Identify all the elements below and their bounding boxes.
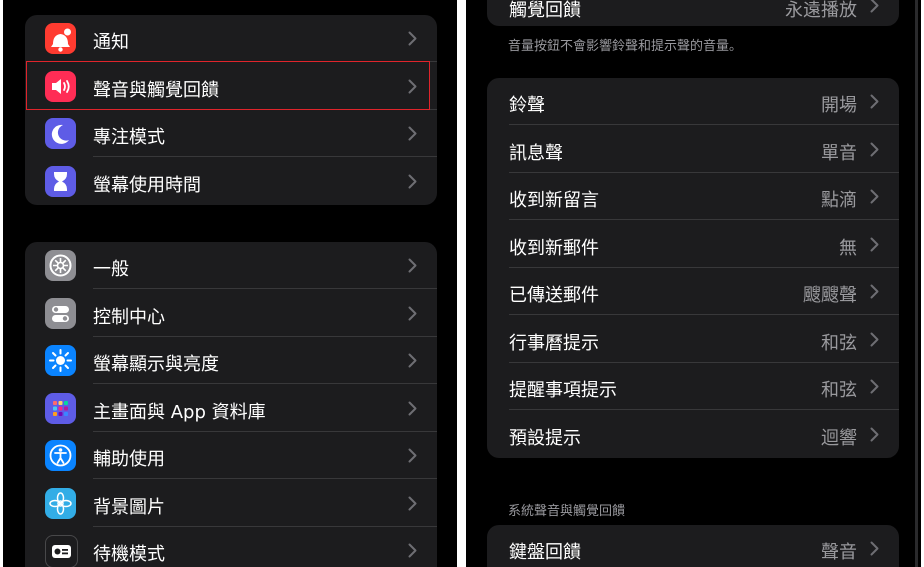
chevron-right-icon [870,541,879,556]
row-label: 螢幕使用時間 [93,174,201,196]
row-label: 鈴聲 [509,95,545,116]
row-label: 控制中心 [93,306,165,328]
row-value: 永遠播放 [785,0,857,21]
sound-row[interactable]: 行事曆提示 和弦 [487,316,899,363]
settings-row[interactable]: 背景圖片 [25,480,437,527]
bell-badge-icon [45,23,76,54]
row-label: 提醒事項提示 [509,380,617,401]
chevron-right-icon [408,306,417,320]
settings-group-1: 通知 聲音與觸覺回饋 專注模式 螢幕使用時間 [25,15,437,205]
sound-row[interactable]: 鈴聲 開場 [487,78,899,125]
row-label: 訊息聲 [509,142,563,164]
app-grid-icon [45,392,76,424]
row-label: 通知 [93,32,129,53]
sounds-group: 鈴聲 開場 訊息聲 單音 收到新留言 點滴 收到新郵件無已傳送郵件 颼颼聲 行事曆提示 和弦 提醒事… [487,78,899,458]
row-label: 鍵盤回饋 [509,542,581,563]
row-label: 主畫面與 App 資料庫 [93,401,266,423]
moon-icon [45,118,76,149]
chevron-right-icon [870,379,879,394]
chevron-right-icon [408,448,417,463]
sound-row[interactable]: 提醒事項提示 和弦 [487,363,899,410]
row-haptics[interactable]: 觸覺回饋 永遠播放 [487,0,899,26]
settings-row[interactable]: 待機模式 [25,527,437,567]
row-value: 迴響 [821,427,857,449]
sound-row[interactable]: 收到新留言 點滴 [487,173,899,220]
settings-main-pane: 通知 聲音與觸覺回饋 專注模式 螢幕使用時間 一般 控制中心 螢幕顯示與亮度 主畫面與 Ap… [3,0,457,567]
volume-note: 音量按鈕不會影響鈴聲和提示聲的音量。 [508,39,743,54]
chevron-right-icon [408,31,417,46]
settings-row[interactable]: 輔助使用 [25,432,437,479]
row-label: 螢幕顯示與亮度 [93,354,219,375]
row-value: 和弦 [821,332,857,354]
settings-row[interactable]: 控制中心 [25,290,437,337]
row-value: 無 [839,237,857,259]
row-label: 一般 [93,259,129,280]
settings-row[interactable]: 螢幕顯示與亮度 [25,337,437,384]
chevron-right-icon [870,142,879,156]
chevron-right-icon [870,332,879,346]
sound-settings-pane: 觸覺回饋 永遠播放 音量按鈕不會影響鈴聲和提示聲的音量。 鈴聲 開場訊息聲 單音收到… [466,0,921,567]
sound-row[interactable]: 已傳送郵件 颼颼聲 [487,268,899,315]
section-header: 系統聲音與觸覺回饋 [508,504,626,519]
row-keyboard-feedback[interactable]: 鍵盤回饋 聲音 [487,525,899,567]
sound-row[interactable]: 訊息聲 單音 [487,126,899,173]
row-value: 點滴 [821,190,857,211]
chevron-right-icon [408,543,417,558]
settings-row[interactable]: 螢幕使用時間 [25,158,437,205]
gear-icon [45,250,76,281]
chevron-right-icon [408,353,417,368]
settings-row[interactable]: 通知 [25,15,437,62]
chevron-right-icon [408,126,417,141]
accessibility-icon [45,440,76,471]
hourglass-icon [45,165,76,197]
settings-group-2: 一般控制中心螢幕顯示與亮度主畫面與 App 資料庫 輔助使用背景圖片待機模式 [25,242,437,567]
chevron-right-icon [408,496,417,510]
sound-row[interactable]: 預設提示 迴響 [487,411,899,458]
row-label: 輔助使用 [93,449,165,470]
row-label: 背景圖片 [93,496,165,518]
row-label: 待機模式 [93,544,165,565]
chevron-right-icon [408,174,417,188]
chevron-right-icon [870,427,879,441]
toggles-icon [45,297,76,329]
row-label: 觸覺回饋 [509,0,581,21]
chevron-right-icon [870,94,879,109]
standby-icon [45,535,78,567]
row-value: 開場 [821,95,857,116]
chevron-right-icon [408,401,417,415]
chevron-right-icon [408,258,417,273]
sun-icon [45,345,76,376]
row-label: 收到新郵件 [509,237,599,259]
scrollbar[interactable] [915,0,918,567]
row-label: 行事曆提示 [509,332,599,354]
chevron-right-icon [870,237,879,251]
row-value: 和弦 [821,380,857,401]
selection-highlight [26,61,430,110]
flower-icon [45,487,76,519]
row-label: 預設提示 [509,427,581,449]
sound-row[interactable]: 收到新郵件 無 [487,221,899,268]
row-value: 單音 [821,142,857,164]
row-label: 已傳送郵件 [509,285,599,306]
row-value: 颼颼聲 [803,285,857,306]
haptics-group: 觸覺回饋 永遠播放 [487,0,899,26]
system-sounds-group: 鍵盤回饋 聲音 [487,525,899,567]
chevron-right-icon [870,189,879,204]
chevron-right-icon [870,0,879,13]
row-value: 聲音 [821,542,857,563]
row-label: 專注模式 [93,127,165,148]
settings-row[interactable]: 主畫面與 App 資料庫 [25,385,437,432]
settings-row[interactable]: 一般 [25,242,437,289]
settings-row[interactable]: 專注模式 [25,110,437,157]
chevron-right-icon [870,284,879,299]
row-label: 收到新留言 [509,190,599,211]
